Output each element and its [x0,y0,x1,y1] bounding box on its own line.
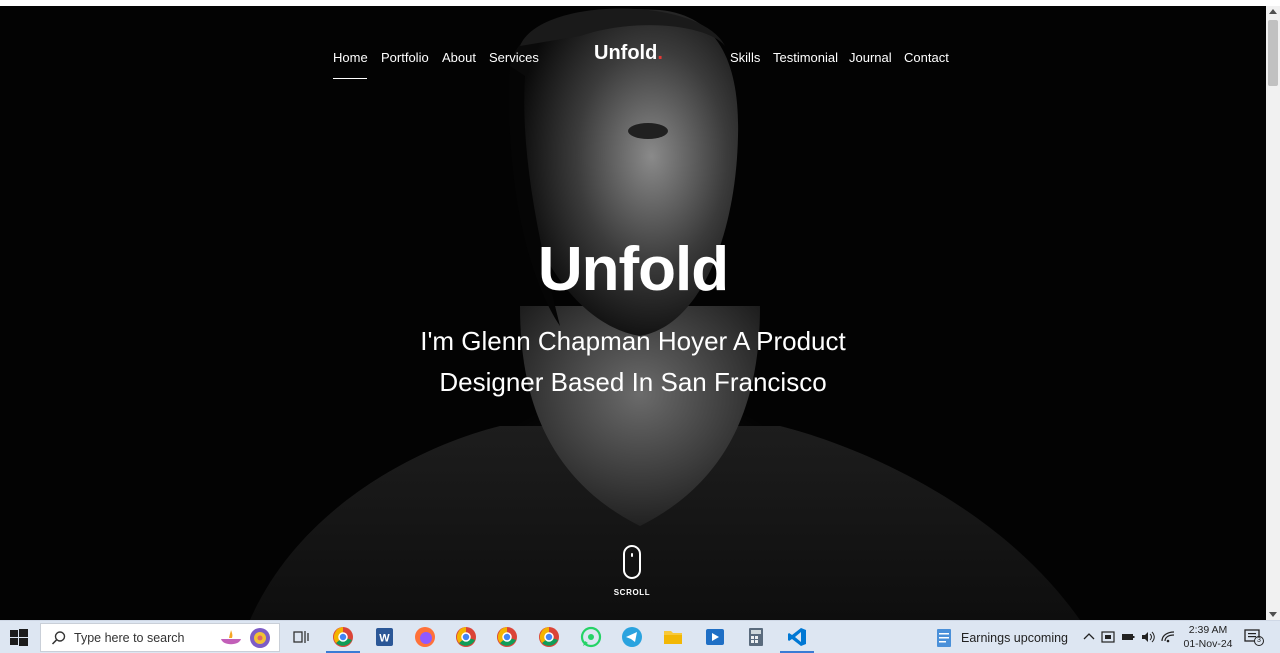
diya-icon [221,630,241,645]
scroll-mouse-icon[interactable] [623,545,641,579]
chrome-icon[interactable] [455,626,477,648]
vertical-scrollbar[interactable] [1266,6,1280,620]
svg-text:W: W [379,633,390,645]
file-explorer-icon[interactable] [662,626,684,648]
action-center-button[interactable]: 3 [1244,628,1264,648]
calculator-icon[interactable] [745,626,767,648]
onedrive-sync-icon[interactable] [1101,630,1115,644]
search-placeholder: Type here to search [74,631,185,645]
news-document-icon [937,629,951,647]
chrome-icon[interactable] [496,626,518,648]
scroll-up-arrow-icon[interactable] [1269,9,1277,14]
media-player-icon[interactable] [704,626,726,648]
nav-testimonial[interactable]: Testimonial [773,50,838,65]
task-view-icon[interactable] [290,626,312,648]
chrome-icon[interactable] [538,626,560,648]
site-nav: Home Portfolio About Services Unfold. Sk… [0,42,1266,82]
nav-contact[interactable]: Contact [904,50,949,65]
brand-text: Unfold [594,42,658,64]
system-clock[interactable]: 2:39 AM 01-Nov-24 [1178,623,1238,651]
mouse-wheel [631,553,633,557]
news-widget-text: Earnings upcoming [961,631,1069,645]
scroll-label[interactable]: SCROLL [603,588,661,597]
notification-count-badge: 3 [1254,636,1264,646]
hero-subtitle-line-2: Designer Based In San Francisco [439,367,827,397]
nav-portfolio[interactable]: Portfolio [381,50,429,65]
windows-start-icon[interactable] [8,627,30,649]
battery-icon[interactable] [1121,630,1135,644]
taskbar-search-box[interactable]: Type here to search [40,623,280,652]
chrome-profile-icon[interactable] [332,626,354,648]
brand-dot: . [657,42,663,64]
nav-skills[interactable]: Skills [730,50,760,65]
hero-subtitle-line-1: I'm Glenn Chapman Hoyer A Product [420,326,846,356]
brand-logo[interactable]: Unfold. [594,42,663,65]
search-icon [51,631,66,645]
word-icon[interactable]: W [373,626,395,648]
show-hidden-icons-chevron-icon[interactable] [1082,630,1096,644]
nav-home[interactable]: Home [333,50,368,65]
scroll-down-arrow-icon[interactable] [1269,612,1277,617]
screen: Home Portfolio About Services Unfold. Sk… [0,0,1280,653]
clock-date: 01-Nov-24 [1183,638,1233,650]
speaker-icon[interactable] [1141,630,1155,644]
firefox-icon[interactable] [414,626,436,648]
telegram-icon[interactable] [621,626,643,648]
vs-code-icon[interactable] [786,626,808,648]
wifi-icon[interactable] [1161,630,1175,644]
nav-active-underline [333,78,367,79]
page-viewport: Home Portfolio About Services Unfold. Sk… [0,6,1266,620]
whatsapp-icon[interactable] [580,626,602,648]
hero-portrait-image [250,8,1080,620]
clock-time: 2:39 AM [1188,624,1228,636]
rangoli-icon [250,628,270,648]
hero-title: Unfold [537,235,729,304]
nav-about[interactable]: About [442,50,476,65]
windows-taskbar: Type here to search W Earnings upcoming … [0,620,1280,653]
nav-journal[interactable]: Journal [849,50,892,65]
scroll-thumb[interactable] [1268,20,1278,86]
nav-services[interactable]: Services [489,50,539,65]
